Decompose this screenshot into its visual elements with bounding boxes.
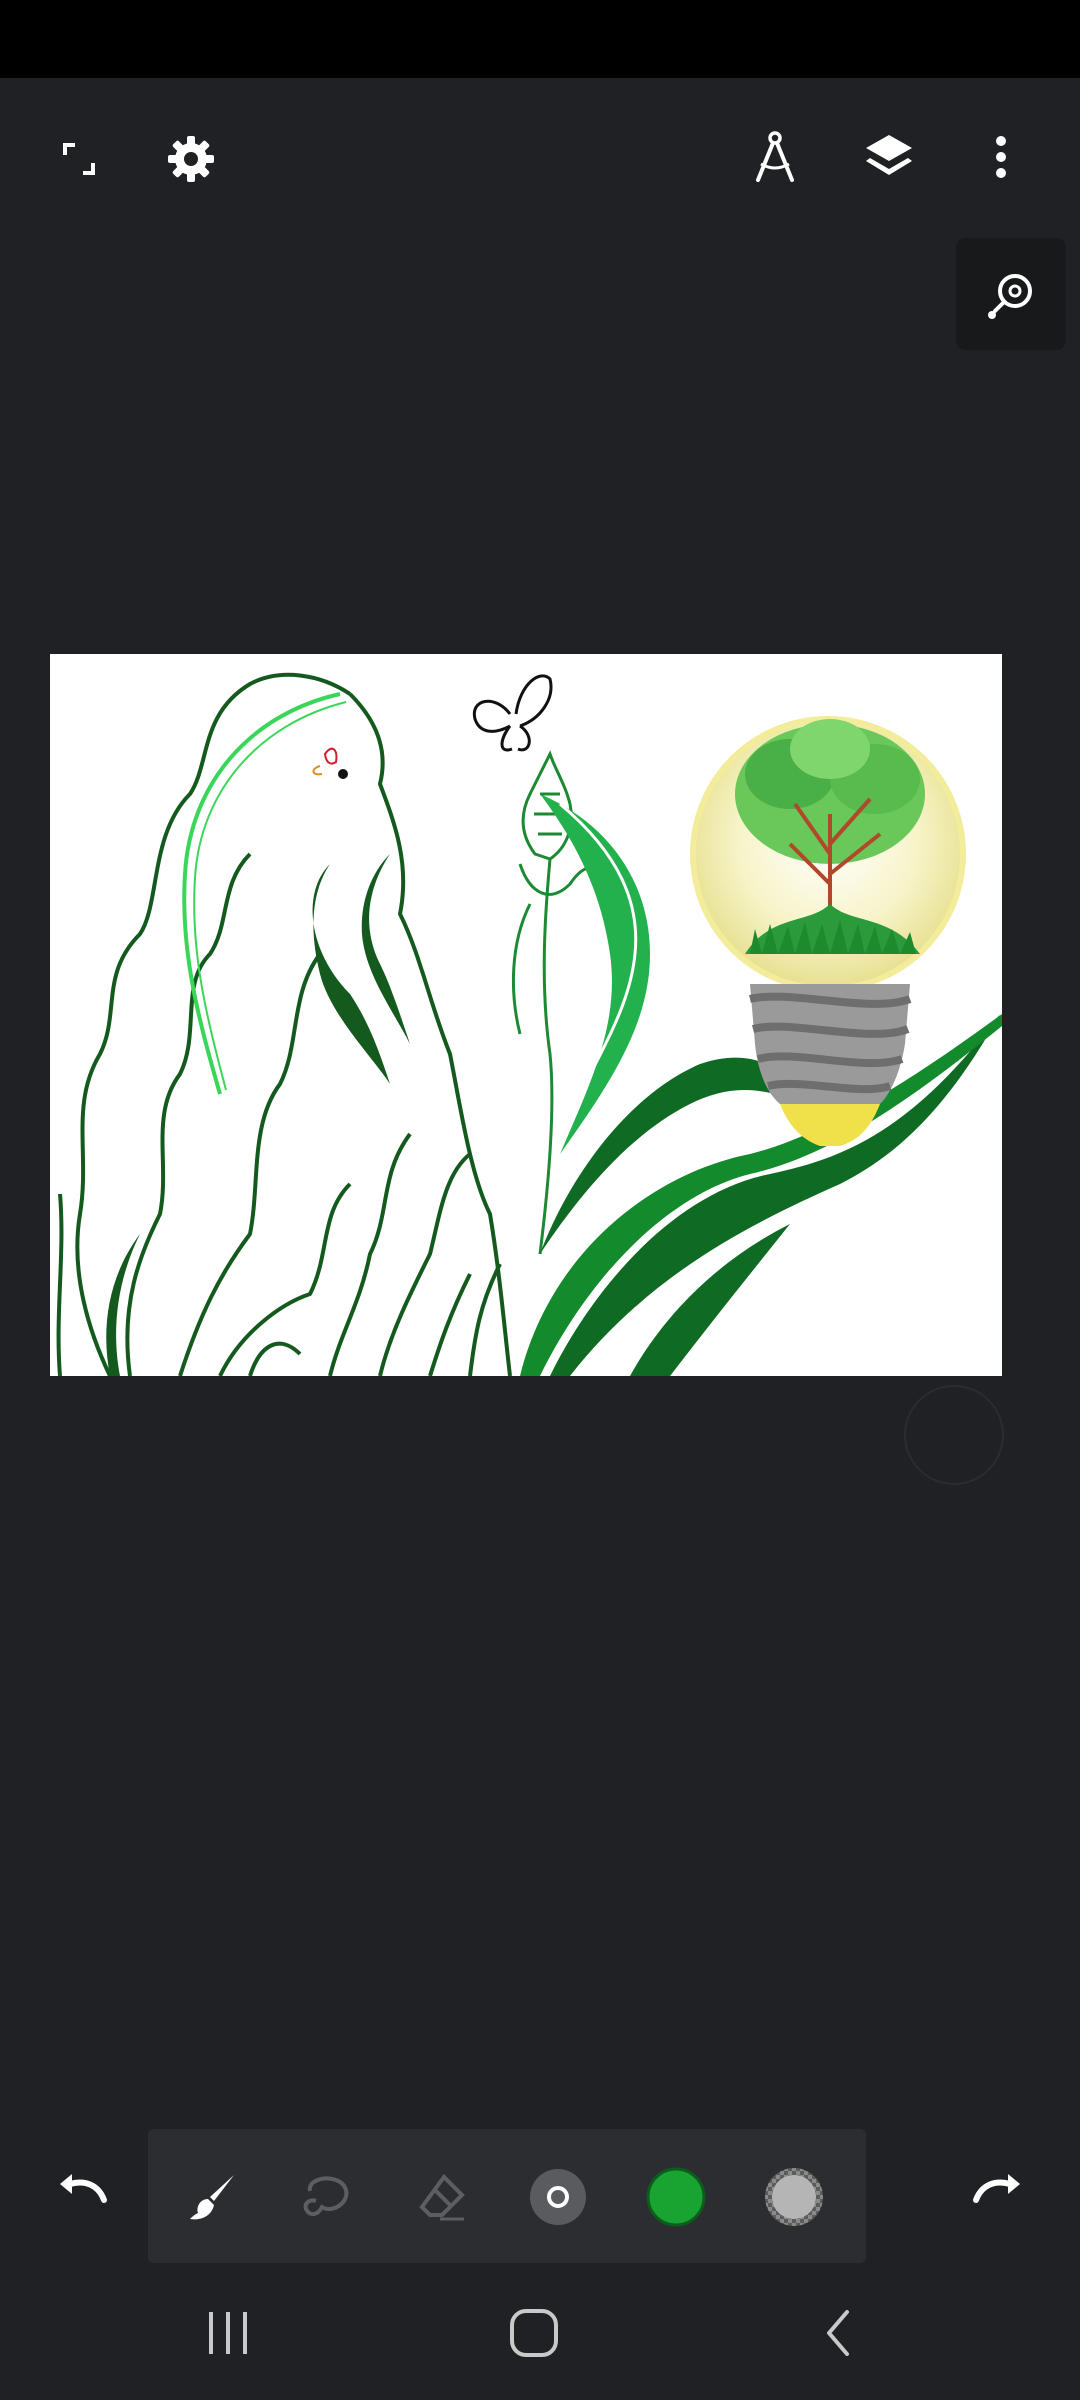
status-bar bbox=[0, 0, 1080, 78]
redo-icon[interactable] bbox=[968, 2158, 1032, 2222]
brush-size-icon[interactable] bbox=[526, 2165, 590, 2229]
artwork bbox=[56, 672, 1002, 1376]
color-swatch[interactable] bbox=[644, 2165, 708, 2229]
home-icon[interactable] bbox=[502, 2303, 566, 2363]
back-icon[interactable] bbox=[806, 2303, 870, 2363]
recent-apps-icon[interactable] bbox=[196, 2303, 260, 2363]
settings-gear-icon[interactable] bbox=[160, 128, 222, 190]
brush-icon[interactable] bbox=[182, 2165, 246, 2229]
undo-icon[interactable] bbox=[48, 2158, 112, 2222]
zoom-panel[interactable] bbox=[956, 238, 1066, 350]
drawing-canvas[interactable] bbox=[50, 654, 1002, 1376]
brush-toolbar bbox=[148, 2129, 866, 2263]
eraser-icon[interactable] bbox=[410, 2165, 474, 2229]
floating-tool-indicator[interactable] bbox=[904, 1385, 1004, 1485]
lasso-icon[interactable] bbox=[294, 2165, 358, 2229]
fullscreen-icon[interactable] bbox=[48, 128, 110, 190]
ruler-compass-icon[interactable] bbox=[744, 126, 806, 188]
layers-icon[interactable] bbox=[856, 126, 922, 188]
system-nav-bar bbox=[0, 2263, 1080, 2400]
more-vertical-icon[interactable] bbox=[970, 126, 1032, 188]
zoom-search-icon[interactable] bbox=[978, 262, 1044, 328]
opacity-swatch[interactable] bbox=[762, 2165, 826, 2229]
